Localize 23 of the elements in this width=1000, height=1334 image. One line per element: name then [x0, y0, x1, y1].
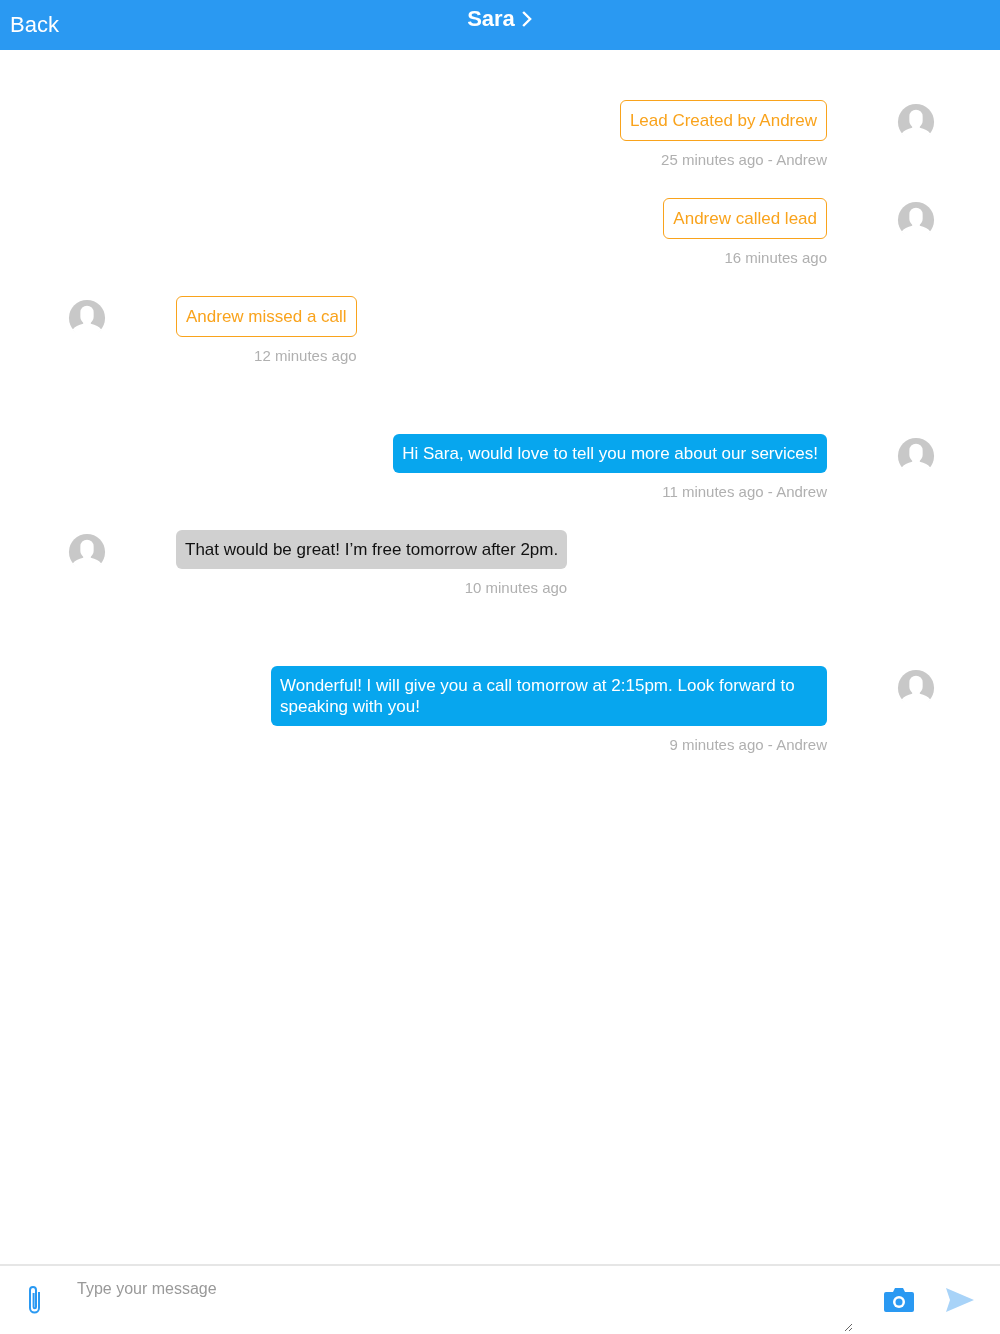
camera-icon[interactable] [883, 1287, 915, 1313]
avatar-icon [68, 533, 106, 571]
timestamp: 9 minutes ago - Andrew [669, 736, 827, 753]
avatar-icon [897, 669, 935, 707]
timestamp: 25 minutes ago - Andrew [661, 151, 827, 168]
timestamp: 10 minutes ago [464, 579, 568, 596]
timestamp: 16 minutes ago [724, 249, 827, 266]
message-bubble: Hi Sara, would love to tell you more about our services! [393, 434, 827, 473]
chevron-right-icon [520, 10, 533, 28]
timestamp: 11 minutes ago - Andrew [662, 483, 827, 500]
avatar-icon [68, 299, 106, 337]
avatar-icon [897, 437, 935, 475]
avatar-icon [897, 201, 935, 239]
back-button[interactable]: Back [10, 12, 59, 38]
avatar-icon [897, 103, 935, 141]
message-bubble: That would be great! I’m free tomorrow after 2pm. [176, 530, 568, 569]
event-label: Andrew called lead [663, 198, 827, 239]
contact-title[interactable]: Sara [467, 6, 533, 32]
timestamp: 12 minutes ago [254, 347, 357, 364]
event-label: Lead Created by Andrew [619, 100, 827, 141]
message-bubble: Wonderful! I will give you a call tomorrow at 2:15pm. Look forward to speaking with you! [271, 666, 827, 726]
send-icon[interactable] [945, 1287, 975, 1313]
event-label: Andrew missed a call [176, 296, 357, 337]
